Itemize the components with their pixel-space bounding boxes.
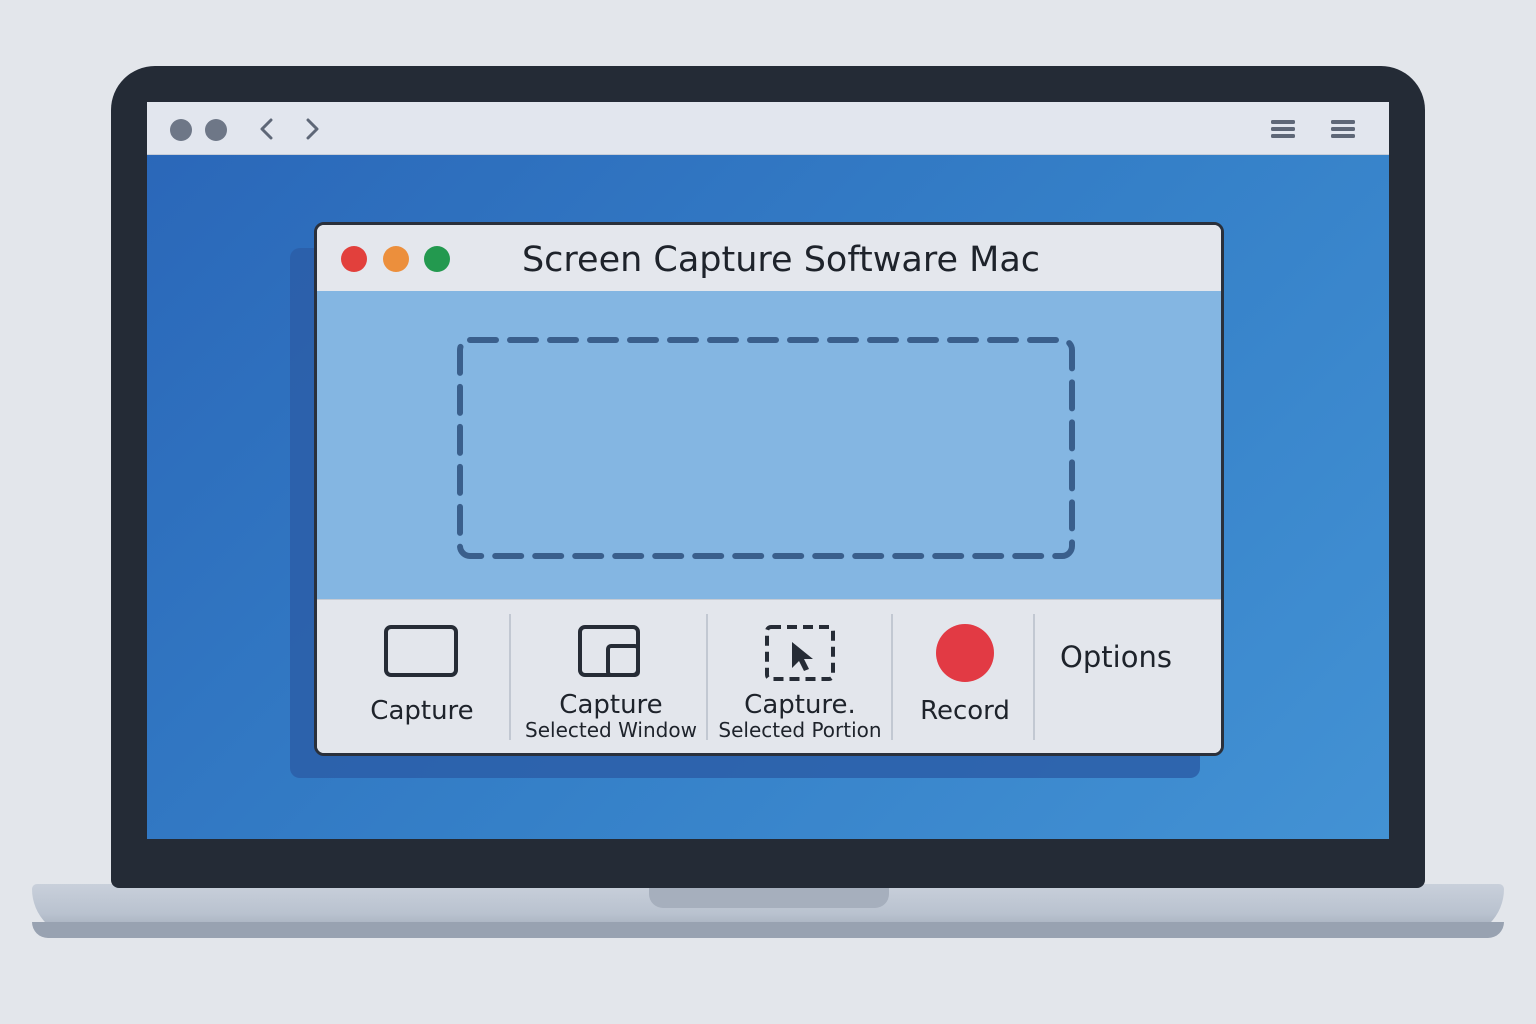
window-title-bar: Screen Capture Software Mac [317, 225, 1221, 292]
dot-icon[interactable] [170, 119, 192, 141]
capture-window-sublabel: Selected Window [525, 718, 697, 742]
laptop-screen: Screen Capture Software Mac Capture Capt… [147, 102, 1389, 839]
window-icon [578, 625, 640, 677]
capture-area[interactable] [317, 291, 1221, 599]
toolbar-divider [509, 614, 511, 740]
dot-icon[interactable] [205, 119, 227, 141]
laptop-base-lip [32, 922, 1504, 938]
capture-label: Capture [370, 696, 474, 726]
selection-cursor-icon [765, 625, 835, 681]
chevron-left-icon[interactable] [255, 116, 279, 142]
screen-icon [384, 625, 458, 677]
capture-portion-button[interactable]: Capture. Selected Portion [709, 600, 891, 753]
menu-icon[interactable] [1329, 116, 1357, 142]
options-label: Options [1060, 640, 1172, 674]
toolbar-divider [1033, 614, 1035, 740]
laptop-base [32, 884, 1504, 938]
options-button[interactable]: Options [1041, 600, 1191, 753]
selection-rectangle[interactable] [455, 335, 1077, 561]
toolbar-divider [706, 614, 708, 740]
chevron-right-icon[interactable] [300, 116, 324, 142]
screen-capture-window: Screen Capture Software Mac Capture Capt… [314, 222, 1224, 756]
record-icon [936, 624, 994, 682]
capture-toolbar: Capture Capture Selected Window Capture.… [317, 599, 1221, 753]
capture-button[interactable]: Capture [347, 600, 497, 753]
capture-window-button[interactable]: Capture Selected Window [517, 600, 705, 753]
record-label: Record [920, 696, 1010, 726]
capture-portion-sublabel: Selected Portion [718, 718, 882, 742]
record-button[interactable]: Record [897, 600, 1033, 753]
capture-portion-label: Capture. [744, 690, 856, 720]
window-title: Screen Capture Software Mac [521, 240, 1041, 280]
menu-icon[interactable] [1269, 116, 1297, 142]
toolbar-divider [891, 614, 893, 740]
browser-toolbar [147, 102, 1389, 155]
capture-window-label: Capture [559, 690, 663, 720]
